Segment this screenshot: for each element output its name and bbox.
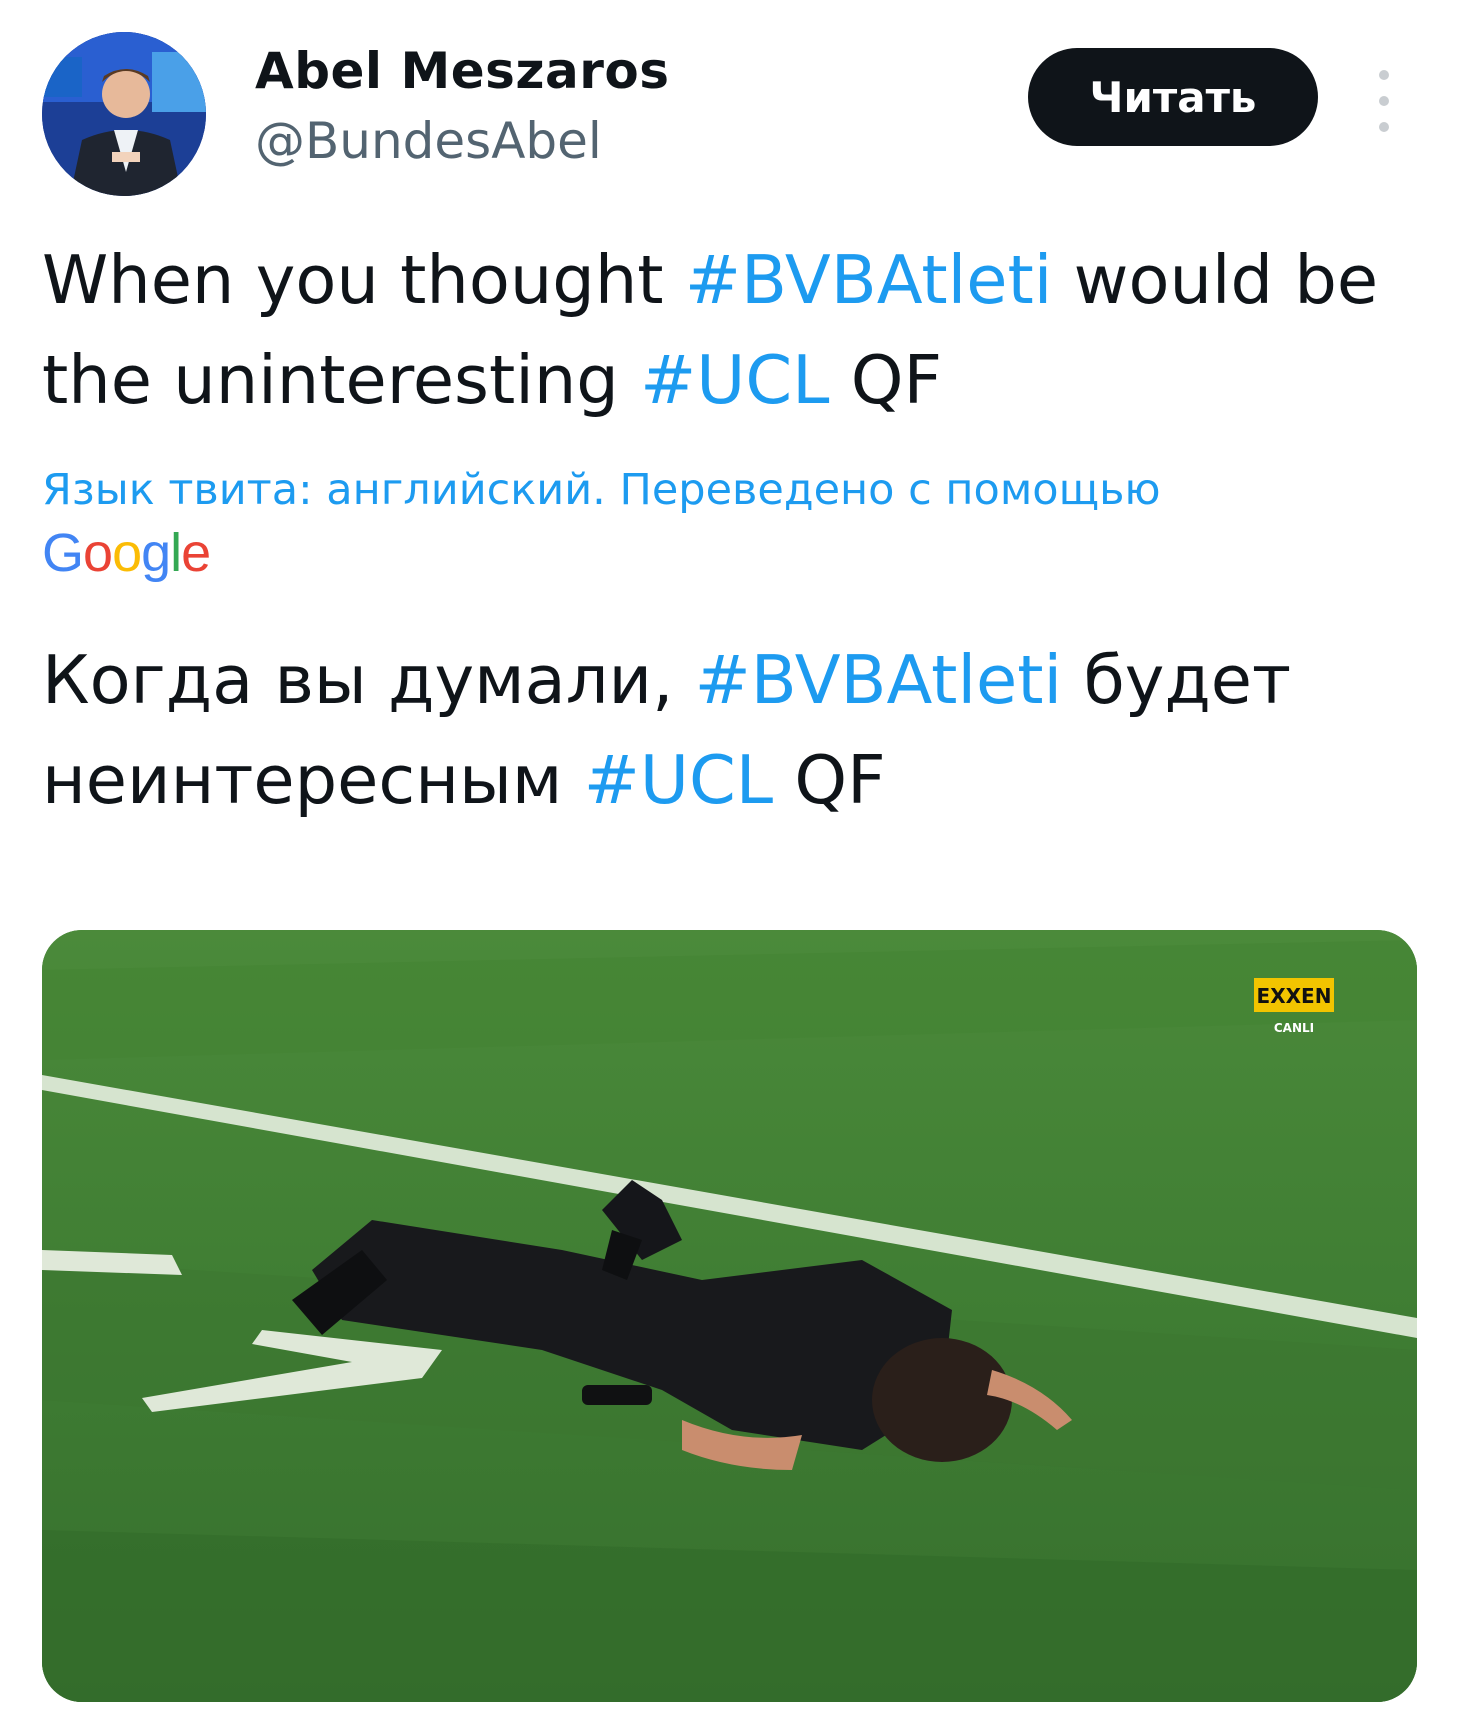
- pitch-scene: EXXEN CANLI: [42, 930, 1417, 1702]
- broadcaster-live-label: CANLI: [1274, 1021, 1314, 1035]
- display-name[interactable]: Abel Meszaros: [255, 42, 669, 100]
- tweet-text-translated: Когда вы думали, #BVBAtleti будет неинте…: [42, 630, 1422, 830]
- tweet-text-part: Когда вы думали,: [42, 641, 695, 719]
- avatar-image: [42, 32, 206, 196]
- tweet-text-part: When you thought: [42, 241, 685, 319]
- tweet-media-image[interactable]: EXXEN CANLI: [42, 930, 1417, 1702]
- tweet-header: Abel Meszaros @BundesAbel Читать: [0, 0, 1460, 210]
- avatar[interactable]: [42, 32, 206, 196]
- hashtag-bvbatleti[interactable]: #BVBAtleti: [685, 241, 1053, 319]
- tweet-text-part: QF: [773, 741, 886, 819]
- translation-note[interactable]: Язык твита: английский. Переведено с пом…: [42, 460, 1161, 520]
- google-logo: Google: [42, 523, 211, 583]
- hashtag-ucl[interactable]: #UCL: [584, 741, 773, 819]
- hashtag-ucl[interactable]: #UCL: [640, 341, 829, 419]
- follow-button[interactable]: Читать: [1028, 48, 1318, 146]
- broadcaster-watermark: EXXEN: [1257, 984, 1332, 1008]
- tweet-text-original: When you thought #BVBAtleti would be the…: [42, 230, 1422, 430]
- tweet-text-part: QF: [829, 341, 943, 419]
- more-options-icon[interactable]: [1372, 70, 1396, 132]
- user-handle[interactable]: @BundesAbel: [255, 112, 602, 170]
- hashtag-bvbatleti[interactable]: #BVBAtleti: [695, 641, 1063, 719]
